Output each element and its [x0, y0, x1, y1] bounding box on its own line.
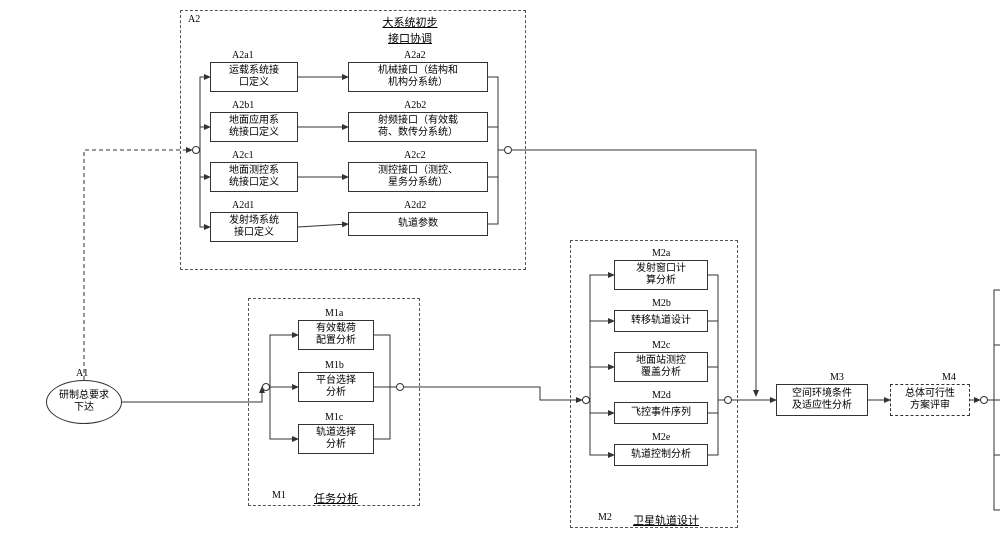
box-m2b: 转移轨道设计 [614, 310, 708, 332]
label-m1c: M1c [325, 412, 343, 423]
box-a2c1: 地面测控系 统接口定义 [210, 162, 298, 192]
box-a2b2: 射频接口（有效载 荷、数传分系统） [348, 112, 488, 142]
text-a2a1: 运载系统接 口定义 [229, 65, 279, 89]
node-a2-out [504, 146, 512, 154]
text-m2e: 轨道控制分析 [631, 449, 691, 461]
label-m1: M1 [272, 490, 286, 501]
label-a2c2: A2c2 [404, 150, 426, 161]
box-a2a2: 机械接口（结构和 机构分系统） [348, 62, 488, 92]
label-m1a: M1a [325, 308, 343, 319]
text-m2d: 飞控事件序列 [631, 407, 691, 419]
label-m2a: M2a [652, 248, 670, 259]
title-a2: 大系统初步 接口协调 [350, 14, 470, 46]
label-a2: A2 [188, 14, 200, 25]
label-m2d: M2d [652, 390, 671, 401]
text-a1: 研制总要求 下达 [59, 390, 109, 414]
node-m1-out [396, 383, 404, 391]
title-m2: 卫星轨道设计 [626, 512, 706, 528]
label-a2a1: A2a1 [232, 50, 254, 61]
text-m4: 总体可行性 方案评审 [905, 388, 955, 412]
text-a2d1: 发射场系统 接口定义 [229, 215, 279, 239]
box-m1c: 轨道选择 分析 [298, 424, 374, 454]
box-m2e: 轨道控制分析 [614, 444, 708, 466]
text-m1c: 轨道选择 分析 [316, 427, 356, 451]
box-m2c: 地面站测控 覆盖分析 [614, 352, 708, 382]
text-m1b: 平台选择 分析 [316, 375, 356, 399]
label-m4: M4 [942, 372, 956, 383]
box-m2a: 发射窗口计 算分析 [614, 260, 708, 290]
box-a2d2: 轨道参数 [348, 212, 488, 236]
text-a2c1: 地面测控系 统接口定义 [229, 165, 279, 189]
label-a1: A1 [76, 368, 88, 379]
box-m1b: 平台选择 分析 [298, 372, 374, 402]
label-m2e: M2e [652, 432, 670, 443]
box-a2d1: 发射场系统 接口定义 [210, 212, 298, 242]
node-m2-out [724, 396, 732, 404]
label-a2c1: A2c1 [232, 150, 254, 161]
title-m1: 任务分析 [306, 490, 366, 506]
text-m1a: 有效载荷 配置分析 [316, 323, 356, 347]
box-m2d: 飞控事件序列 [614, 402, 708, 424]
text-m2c: 地面站测控 覆盖分析 [636, 355, 686, 379]
box-a2c2: 测控接口（测控、 星务分系统） [348, 162, 488, 192]
box-m3: 空间环境条件 及适应性分析 [776, 384, 868, 416]
box-m1a: 有效载荷 配置分析 [298, 320, 374, 350]
label-m2: M2 [598, 512, 612, 523]
node-a2-in [192, 146, 200, 154]
box-a2a1: 运载系统接 口定义 [210, 62, 298, 92]
text-a2d2: 轨道参数 [398, 218, 438, 230]
box-a1: 研制总要求 下达 [46, 380, 122, 424]
box-a2b1: 地面应用系 统接口定义 [210, 112, 298, 142]
box-m4: 总体可行性 方案评审 [890, 384, 970, 416]
text-m2a: 发射窗口计 算分析 [636, 263, 686, 287]
text-a2b1: 地面应用系 统接口定义 [229, 115, 279, 139]
label-m3: M3 [830, 372, 844, 383]
label-a2b2: A2b2 [404, 100, 426, 111]
text-a2c2: 测控接口（测控、 星务分系统） [378, 165, 458, 189]
label-m1b: M1b [325, 360, 344, 371]
text-a2b2: 射频接口（有效载 荷、数传分系统） [378, 115, 458, 139]
label-m2b: M2b [652, 298, 671, 309]
text-m3: 空间环境条件 及适应性分析 [792, 388, 852, 412]
label-a2a2: A2a2 [404, 50, 426, 61]
label-m2c: M2c [652, 340, 670, 351]
label-a2d2: A2d2 [404, 200, 426, 211]
label-a2b1: A2b1 [232, 100, 254, 111]
node-m1-in [262, 383, 270, 391]
text-a2a2: 机械接口（结构和 机构分系统） [378, 65, 458, 89]
node-m2-in [582, 396, 590, 404]
text-m2b: 转移轨道设计 [631, 315, 691, 327]
node-end [980, 396, 988, 404]
label-a2d1: A2d1 [232, 200, 254, 211]
